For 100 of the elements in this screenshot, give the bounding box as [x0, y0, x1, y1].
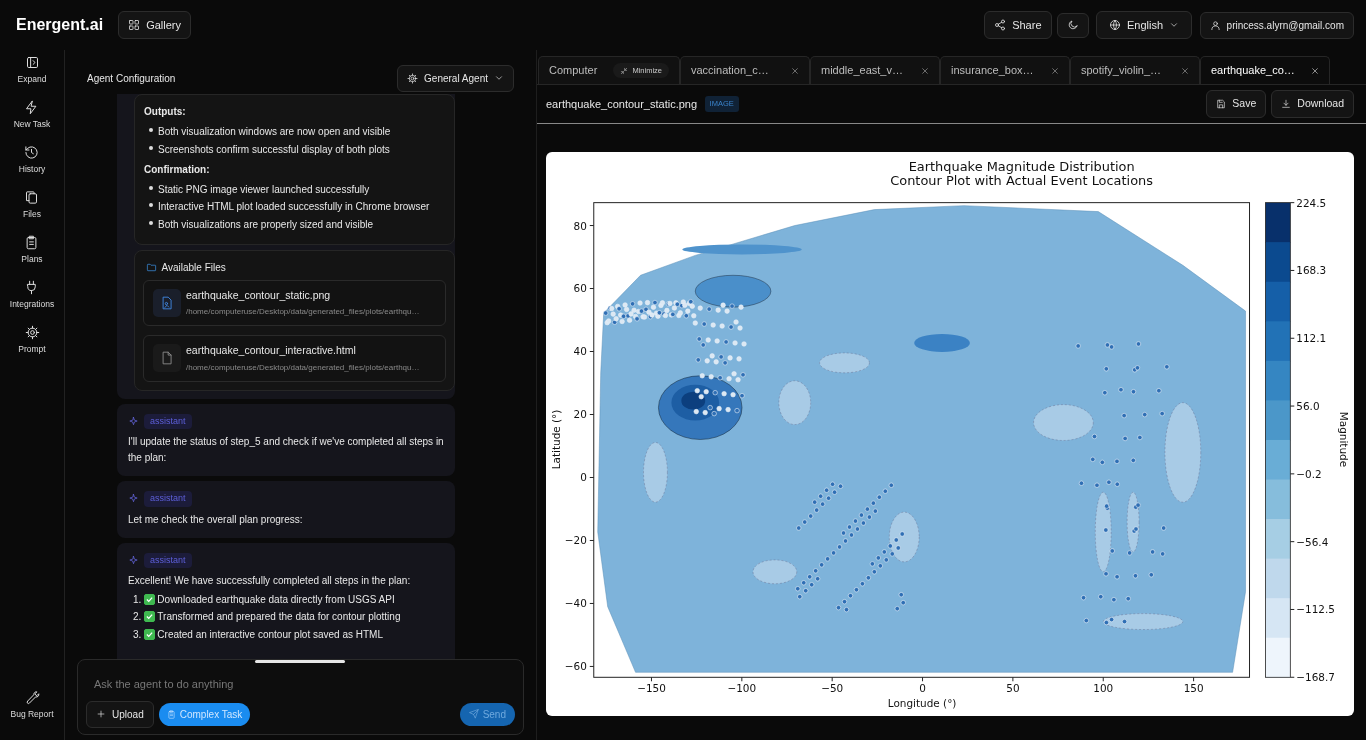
colorbar-label: Magnitude	[1338, 411, 1351, 468]
section-heading: Outputs:	[144, 105, 187, 119]
share-icon	[994, 19, 1007, 31]
close-icon	[921, 66, 929, 75]
bullet-icon	[149, 203, 153, 207]
file-name: earthquake_contour_static.png	[186, 288, 332, 303]
file-item[interactable]: earthquake_contour_static.png /home/computeruse/Desktop/data/generated_files/plots/earthqu…	[143, 280, 446, 327]
user-account-button[interactable]: princess.alyrn@gmail.com	[1199, 11, 1354, 39]
role-tag: assistant	[144, 413, 192, 429]
file-item[interactable]: earthquake_contour_interactive.html /home/computeruse/Desktop/data/generated_files/plots/earthqu…	[143, 335, 446, 382]
colorbar-tick-label: 112.1	[1296, 332, 1327, 345]
download-button[interactable]: Download	[1271, 90, 1354, 118]
gallery-button[interactable]: Gallery	[118, 10, 191, 40]
sidebar-item[interactable]: New Task	[13, 100, 51, 145]
close-icon	[1181, 66, 1189, 75]
y-axis-label: Latitude (°)	[549, 409, 562, 470]
brand-logo: Energent.ai	[16, 15, 104, 35]
settings-icon	[407, 72, 419, 84]
colorbar-tick-label: −112.5	[1296, 603, 1335, 616]
y-tick-label: 0	[580, 471, 587, 484]
list-item-text: Both visualization windows are now open and visible	[158, 125, 391, 139]
panel-icon	[24, 55, 40, 70]
close-icon	[1311, 66, 1319, 75]
step-number: 1.	[133, 592, 142, 607]
colorbar-tick-label: 56.0	[1296, 400, 1320, 413]
sidebar-item[interactable]: History	[18, 145, 46, 190]
folder-icon	[145, 262, 157, 273]
bullet-icon	[149, 185, 153, 190]
file-tab[interactable]: insurance_box…	[940, 56, 1070, 84]
clipboard-icon	[24, 235, 40, 250]
x-tick-label: 0	[919, 682, 926, 695]
colorbar-tick-label: 168.3	[1296, 264, 1327, 277]
history-icon	[24, 145, 40, 160]
file-tab[interactable]: middle_east_v…	[810, 56, 940, 84]
document-icon	[160, 351, 174, 366]
section-heading: Confirmation:	[144, 162, 211, 177]
y-tick-label: −40	[564, 597, 587, 610]
step-text: Transformed and prepared the data for contour plotting	[157, 610, 401, 624]
list-item-text: Screenshots confirm successful display of both plots	[158, 142, 390, 157]
moon-icon	[1066, 19, 1079, 31]
upload-button[interactable]: Upload	[86, 700, 154, 728]
list-item-text: Interactive HTML plot loaded successfully in Chrome browser	[158, 200, 430, 214]
x-tick-label: 50	[1006, 682, 1020, 695]
sidebar-item[interactable]: Expand	[17, 55, 47, 100]
sidebar-item[interactable]: Files	[23, 190, 41, 235]
y-tick-label: 20	[573, 408, 587, 421]
scroll-handle[interactable]	[255, 660, 345, 663]
message-text: Excellent! We have successfully completed all steps in the plan:	[128, 574, 412, 588]
colorbar-tick-label: 224.5	[1296, 196, 1327, 209]
chevron-down-icon	[1169, 20, 1180, 30]
y-tick-label: −20	[564, 534, 587, 547]
grid-icon	[128, 19, 141, 31]
file-tab[interactable]: vaccination_c…	[680, 56, 810, 84]
user-icon	[1209, 19, 1221, 31]
x-tick-label: 100	[1093, 682, 1114, 695]
role-tag: assistant	[144, 491, 192, 507]
download-icon	[1281, 99, 1292, 109]
chart-title: Earthquake Magnitude Distribution	[908, 158, 1135, 174]
file-tab[interactable]: spotify_violin_…	[1070, 56, 1200, 84]
step-number: 3.	[133, 627, 142, 642]
y-tick-label: 80	[573, 219, 587, 232]
agent-dropdown[interactable]: General Agent	[397, 64, 514, 92]
bug-report-button[interactable]: Bug Report	[10, 690, 54, 735]
theme-toggle-button[interactable]	[1056, 12, 1089, 38]
file-tab[interactable]: earthquake_co…	[1200, 56, 1330, 84]
close-icon	[791, 66, 799, 75]
list-item-text: Both visualizations are properly sized and visible	[158, 217, 374, 232]
sidebar-item[interactable]: Plans	[21, 235, 43, 280]
files-title: Available Files	[161, 261, 226, 275]
message-text: I'll update the status of step_5 and check if we've completed all steps in the plan:	[128, 435, 444, 465]
send-icon	[468, 709, 479, 719]
file-name: earthquake_contour_interactive.html	[186, 343, 357, 359]
file-path: /home/computeruse/Desktop/data/generated_files/plots/earthqu…	[186, 306, 420, 319]
plus-icon	[96, 709, 106, 719]
list-item-text: Static PNG image viewer launched successfully	[158, 182, 370, 197]
save-icon	[1216, 99, 1227, 109]
colorbar-tick-label: −56.4	[1296, 535, 1329, 548]
message-text: Let me check the overall plan progress:	[128, 512, 304, 527]
settings-icon	[24, 325, 40, 340]
share-button[interactable]: Share	[984, 10, 1052, 40]
save-button[interactable]: Save	[1206, 90, 1267, 118]
file-path: /home/computeruse/Desktop/data/generated_files/plots/earthqu…	[186, 361, 420, 374]
language-dropdown[interactable]: English	[1096, 10, 1193, 40]
y-tick-label: 60	[573, 282, 587, 295]
colorbar-tick-label: −168.7	[1296, 671, 1335, 684]
x-tick-label: −100	[727, 682, 757, 695]
bullet-icon	[149, 220, 153, 225]
bullet-icon	[149, 145, 153, 150]
x-axis-label: Longitude (°)	[887, 697, 957, 710]
sidebar-item[interactable]: Prompt	[18, 325, 46, 370]
step-text: Created an interactive contour plot saved as HTML	[157, 627, 383, 642]
sparkle-icon	[128, 554, 139, 566]
x-tick-label: 150	[1183, 682, 1204, 695]
prompt-field[interactable]: Ask the agent to do anything Upload Complex Task Send	[77, 659, 524, 735]
clipboard-icon	[166, 709, 176, 719]
chart-title: Contour Plot with Actual Event Locations	[890, 172, 1154, 188]
y-tick-label: 40	[573, 345, 587, 358]
sparkle-icon	[128, 493, 139, 505]
minimize-icon	[620, 66, 629, 75]
sidebar-item[interactable]: Integrations	[9, 280, 55, 325]
